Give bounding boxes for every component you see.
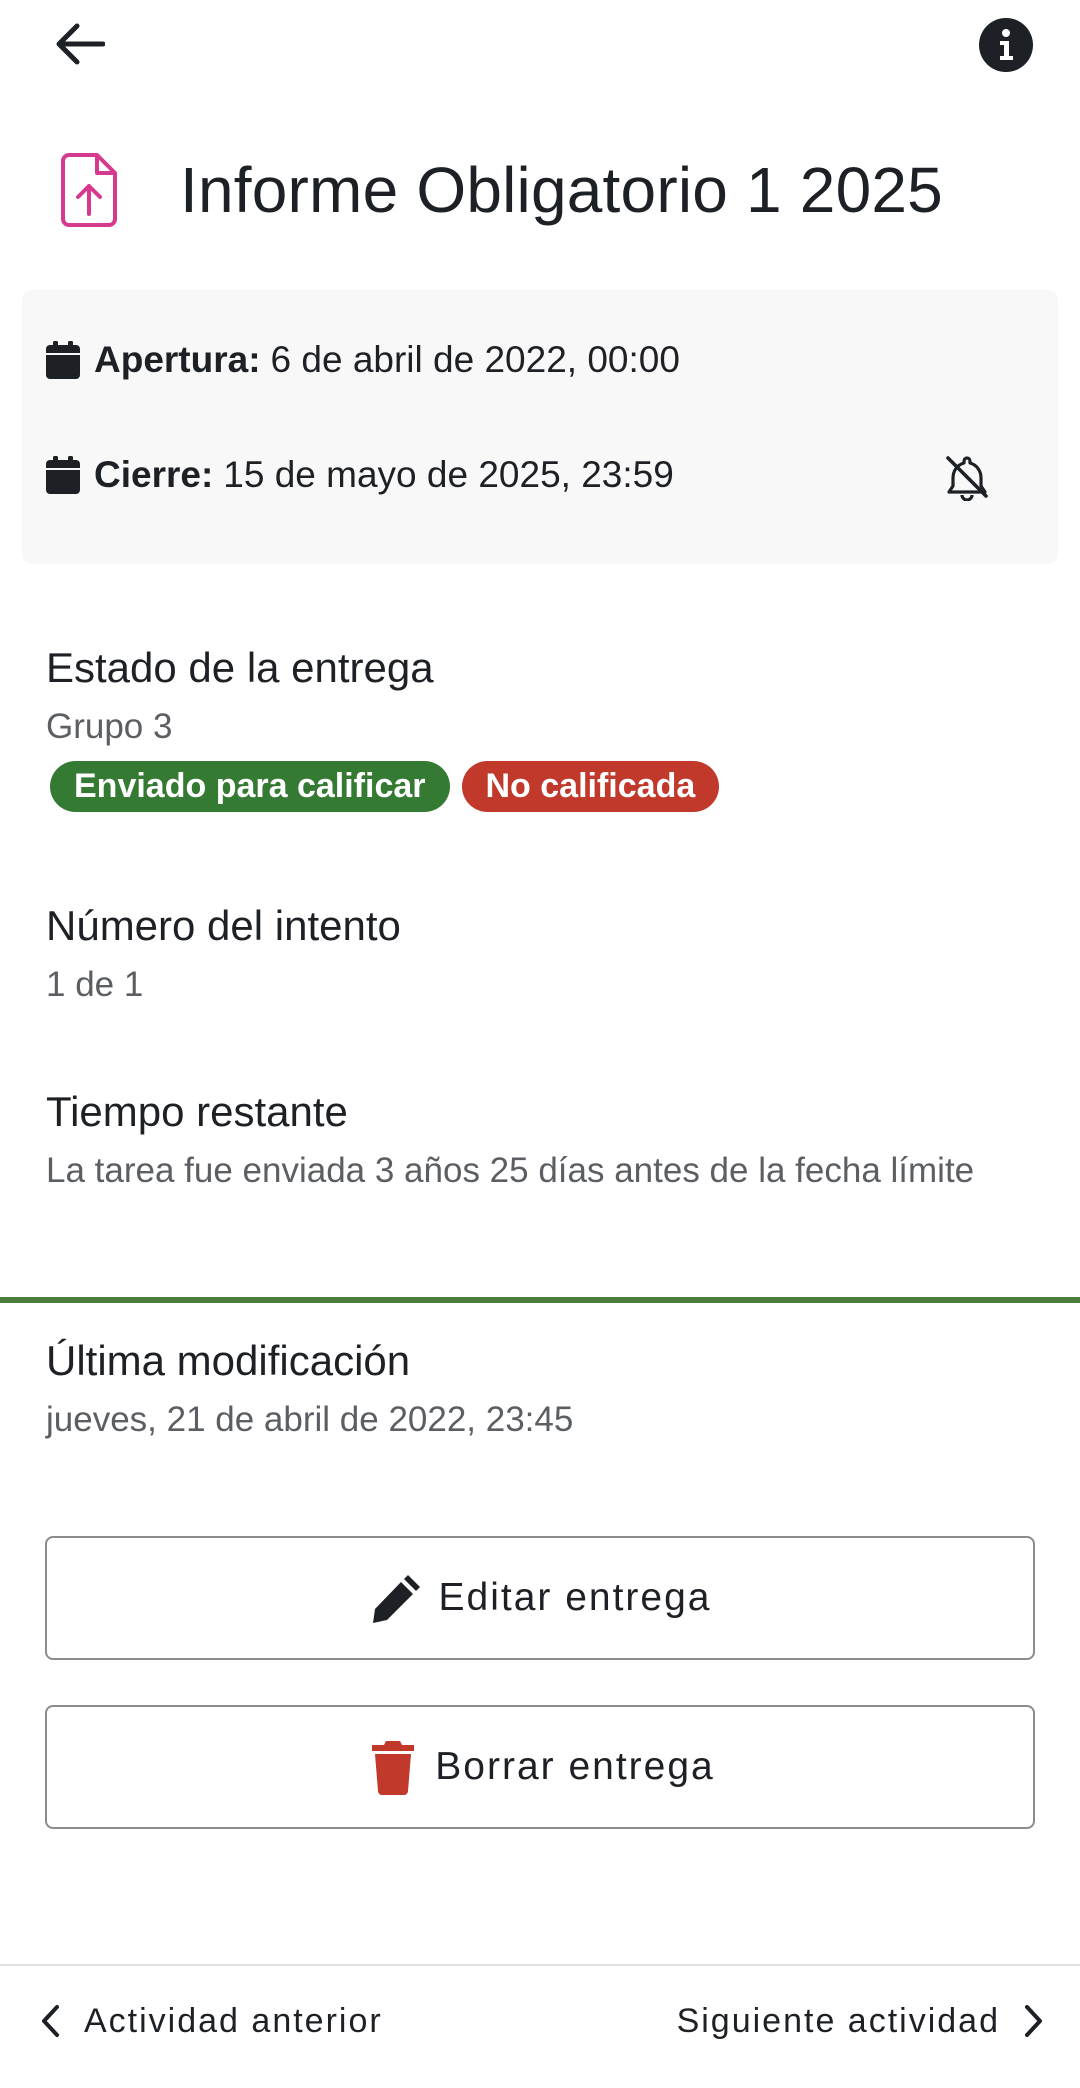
bell-off-icon [946,456,988,501]
chevron-right-icon [1014,1996,1054,2046]
info-icon [979,18,1033,72]
activity-navigation-bar: Actividad anterior Siguiente actividad [0,1964,1080,2088]
dates-panel: Apertura: 6 de abril de 2022, 00:00 Cier… [22,290,1058,564]
submission-status-section: Estado de la entrega Grupo 3 Enviado par… [46,644,1046,812]
closing-date-row: Cierre: 15 de mayo de 2025, 23:59 [46,445,674,505]
time-remaining-title: Tiempo restante [46,1088,348,1135]
time-remaining-value: La tarea fue enviada 3 años 25 días ante… [46,1151,975,1190]
page-title: Informe Obligatorio 1 2025 [180,154,943,226]
opening-date-row: Apertura: 6 de abril de 2022, 00:00 [46,330,680,390]
previous-activity-link[interactable]: Actividad anterior [30,1986,383,2056]
opening-label: Apertura: [94,339,261,380]
calendar-icon [46,340,80,380]
trash-icon [365,1737,421,1797]
attempt-section: Número del intento 1 de 1 [46,902,1046,1013]
submission-status-title: Estado de la entrega [46,644,434,691]
group-name: Grupo 3 [46,707,173,746]
info-button[interactable] [975,14,1037,76]
edit-submission-button[interactable]: Editar entrega [45,1536,1035,1660]
status-badge-not-graded: No calificada [461,761,720,812]
back-button[interactable] [44,14,114,74]
next-activity-link[interactable]: Siguiente actividad [677,1986,1054,2056]
arrow-left-icon [56,23,105,65]
pencil-icon [369,1568,425,1628]
next-activity-label: Siguiente actividad [676,2001,1000,2040]
time-remaining-section: Tiempo restante La tarea fue enviada 3 a… [46,1088,1046,1199]
file-upload-icon [56,150,122,230]
activity-header: Informe Obligatorio 1 2025 [56,140,1046,240]
status-divider [0,1297,1080,1303]
attempt-value: 1 de 1 [46,965,144,1004]
opening-value: 6 de abril de 2022, 00:00 [270,339,680,380]
delete-submission-label: Borrar entrega [435,1745,715,1788]
previous-activity-label: Actividad anterior [84,2001,383,2040]
edit-submission-label: Editar entrega [438,1576,712,1619]
attempt-title: Número del intento [46,902,401,949]
status-badge-submitted: Enviado para calificar [50,761,450,812]
last-modified-section: Última modificación jueves, 21 de abril … [46,1337,1046,1448]
status-badges: Enviado para calificar No calificada [50,761,1046,812]
notification-toggle-button[interactable] [912,442,1022,512]
top-bar [0,0,1080,90]
last-modified-value: jueves, 21 de abril de 2022, 23:45 [46,1400,574,1439]
calendar-icon [46,455,80,495]
delete-submission-button[interactable]: Borrar entrega [45,1705,1035,1829]
last-modified-title: Última modificación [46,1337,411,1384]
closing-value: 15 de mayo de 2025, 23:59 [223,454,674,495]
chevron-left-icon [30,1996,70,2046]
closing-label: Cierre: [94,454,214,495]
